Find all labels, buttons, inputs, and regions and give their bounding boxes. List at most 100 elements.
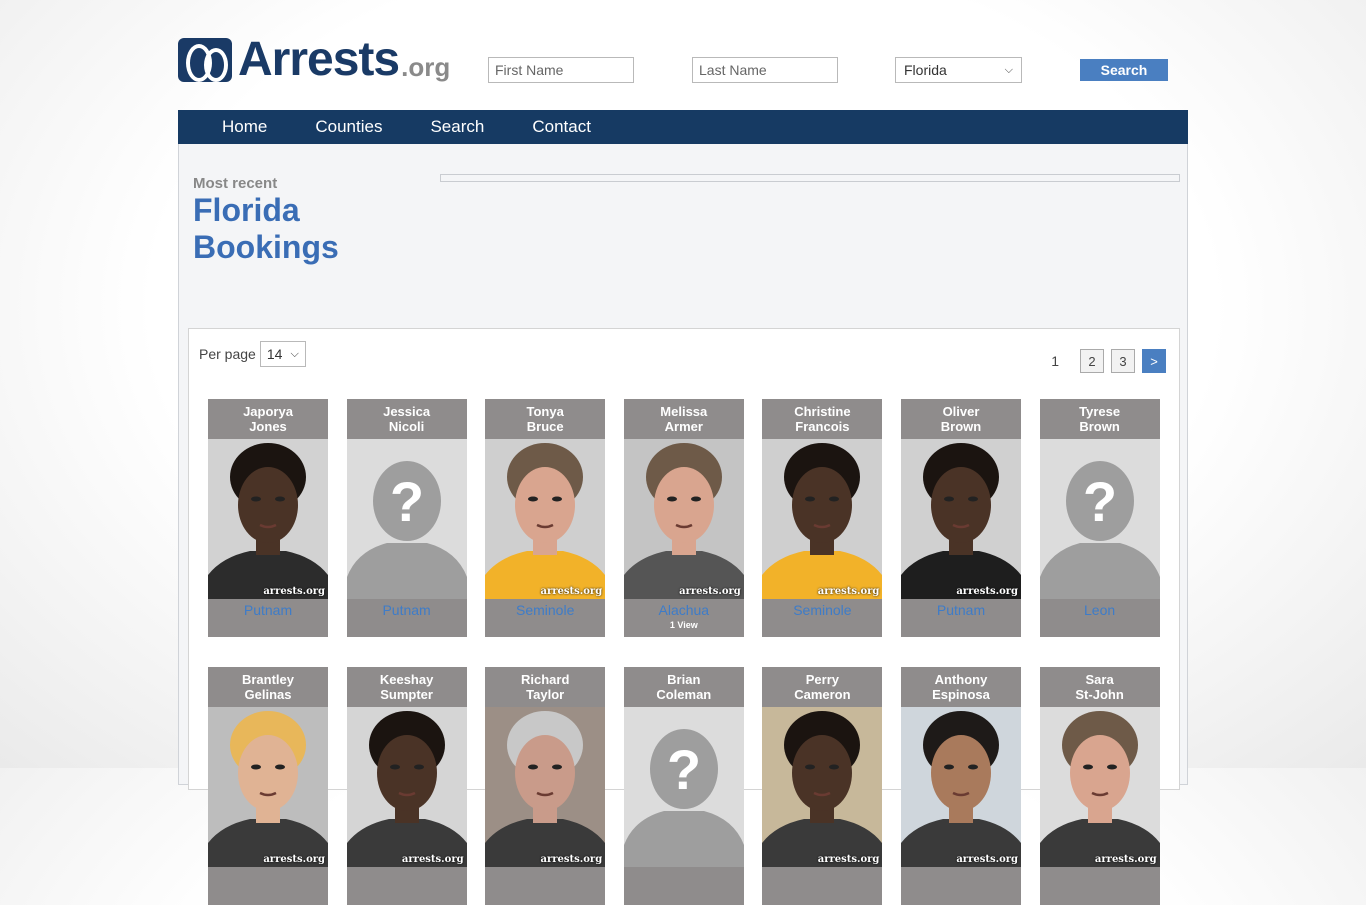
booking-photo[interactable]: arrests.org [485,439,606,599]
booking-name[interactable]: Anthony Espinosa [901,667,1021,707]
photo-watermark: arrests.org [540,586,603,597]
booking-name[interactable]: Brian Coleman [624,667,744,707]
mugshot-photo [762,707,883,867]
chevron-down-icon: ⌵ [290,347,299,360]
booking-name[interactable]: Sara St-John [1040,667,1160,707]
photo-watermark: arrests.org [263,854,325,865]
booking-county-link[interactable]: Alachua [624,602,744,618]
no-photo-placeholder: ? [623,707,744,867]
state-select[interactable]: Florida ⌵ [895,57,1022,83]
booking-first-name: Anthony [934,672,988,687]
booking-card[interactable]: Brantley Gelinas arrests.org [208,667,328,905]
booking-first-name: Sara [1085,672,1114,687]
svg-text:?: ? [389,470,423,533]
handcuffs-icon [178,38,232,82]
last-name-input[interactable] [692,57,838,83]
booking-county-link[interactable]: Putnam [208,602,328,618]
logo-suffix: .org [401,52,451,82]
booking-photo[interactable]: ? [1039,439,1160,599]
booking-card[interactable]: Keeshay Sumpter arrests.org [346,667,467,905]
booking-photo[interactable]: arrests.org [901,439,1021,599]
booking-last-name: Jones [249,419,287,434]
booking-photo[interactable]: arrests.org [901,707,1021,867]
mugshot-photo [901,439,1021,599]
booking-name[interactable]: Christine Francois [762,399,882,439]
booking-photo[interactable]: arrests.org [1039,707,1160,867]
booking-card[interactable]: Christine Francois arrests.org Seminole [762,399,883,637]
booking-photo[interactable]: arrests.org [208,439,328,599]
page-2-button[interactable]: 2 [1080,349,1104,373]
mugshot-photo [1039,707,1160,867]
booking-county-link[interactable]: Putnam [347,602,467,618]
booking-card[interactable]: Tonya Bruce arrests.org Seminole [485,399,606,637]
booking-last-name: St-John [1075,687,1124,702]
booking-last-name: Brown [940,419,982,434]
booking-photo[interactable]: arrests.org [208,707,328,867]
next-page-button[interactable]: > [1142,349,1166,373]
booking-name[interactable]: Tonya Bruce [485,399,605,439]
booking-last-name: Armer [664,419,703,434]
search-button[interactable]: Search [1080,59,1168,81]
mugshot-photo [901,707,1021,867]
main-panel: Most recent Florida Bookings Per page 14… [178,144,1188,905]
booking-first-name: Perry [805,672,840,687]
booking-name[interactable]: Brantley Gelinas [208,667,328,707]
booking-card[interactable]: Sara St-John arrests.org [1039,667,1160,905]
mugshot-photo [485,707,606,867]
booking-county-link[interactable]: Seminole [485,602,605,618]
page-title-line2: Bookings [193,229,339,265]
site-logo[interactable]: Arrests .org [178,33,451,86]
booking-photo[interactable]: arrests.org [623,439,744,599]
nav-search[interactable]: Search [430,117,484,137]
booking-card[interactable]: Richard Taylor arrests.org [485,667,606,905]
booking-card[interactable]: Perry Cameron arrests.org [762,667,883,905]
booking-card[interactable]: Jessica Nicoli? Putnam [346,399,467,637]
booking-photo[interactable]: arrests.org [485,707,606,867]
booking-first-name: Richard [520,672,570,687]
mugshot-photo [346,707,467,867]
nav-home[interactable]: Home [222,117,267,137]
booking-card[interactable]: Brian Coleman? [623,667,744,905]
booking-first-name: Brian [667,672,701,687]
booking-name[interactable]: Oliver Brown [901,399,1021,439]
booking-card[interactable]: Tyrese Brown? Leon [1039,399,1160,637]
no-photo-placeholder: ? [1039,439,1160,599]
booking-county-link[interactable]: Leon [1040,602,1160,618]
booking-name[interactable]: Perry Cameron [762,667,882,707]
booking-name[interactable]: Keeshay Sumpter [347,667,467,707]
booking-name[interactable]: Jessica Nicoli [347,399,467,439]
booking-county-link[interactable]: Seminole [762,602,882,618]
state-select-value: Florida [904,62,947,78]
booking-first-name: Jessica [383,404,431,419]
nav-contact[interactable]: Contact [532,117,591,137]
booking-card[interactable]: Anthony Espinosa arrests.org [901,667,1021,905]
booking-card[interactable]: Oliver Brown arrests.org Putnam [901,399,1021,637]
booking-name[interactable]: Richard Taylor [485,667,605,707]
booking-card[interactable]: Japorya Jones arrests.org Putnam [208,399,328,637]
mugshot-photo [208,707,328,867]
page-3-button[interactable]: 3 [1111,349,1135,373]
booking-name[interactable]: Melissa Armer [624,399,744,439]
booking-name[interactable]: Japorya Jones [208,399,328,439]
booking-photo[interactable]: ? [623,707,744,867]
booking-photo[interactable]: arrests.org [762,707,883,867]
booking-photo[interactable]: ? [346,439,467,599]
booking-county-link[interactable]: Putnam [901,602,1021,618]
booking-photo[interactable]: arrests.org [762,439,883,599]
booking-card[interactable]: Melissa Armer arrests.org Alachua 1 View [623,399,744,637]
pagination: 1 2 3 > [1051,349,1166,373]
photo-watermark: arrests.org [1094,854,1157,865]
page-title: Florida Bookings [193,192,413,266]
booking-first-name: Christine [794,404,851,419]
per-page-select[interactable]: 14 ⌵ [259,341,306,367]
first-name-input[interactable] [488,57,634,83]
booking-name[interactable]: Tyrese Brown [1040,399,1160,439]
chevron-down-icon: ⌵ [1004,63,1013,76]
logo-text: Arrests [238,33,400,86]
mugshot-photo [485,439,606,599]
booking-photo[interactable]: arrests.org [346,707,467,867]
nav-counties[interactable]: Counties [315,117,382,137]
photo-watermark: arrests.org [817,854,880,865]
booking-last-name: Espinosa [932,687,990,702]
page-kicker: Most recent [193,175,278,192]
